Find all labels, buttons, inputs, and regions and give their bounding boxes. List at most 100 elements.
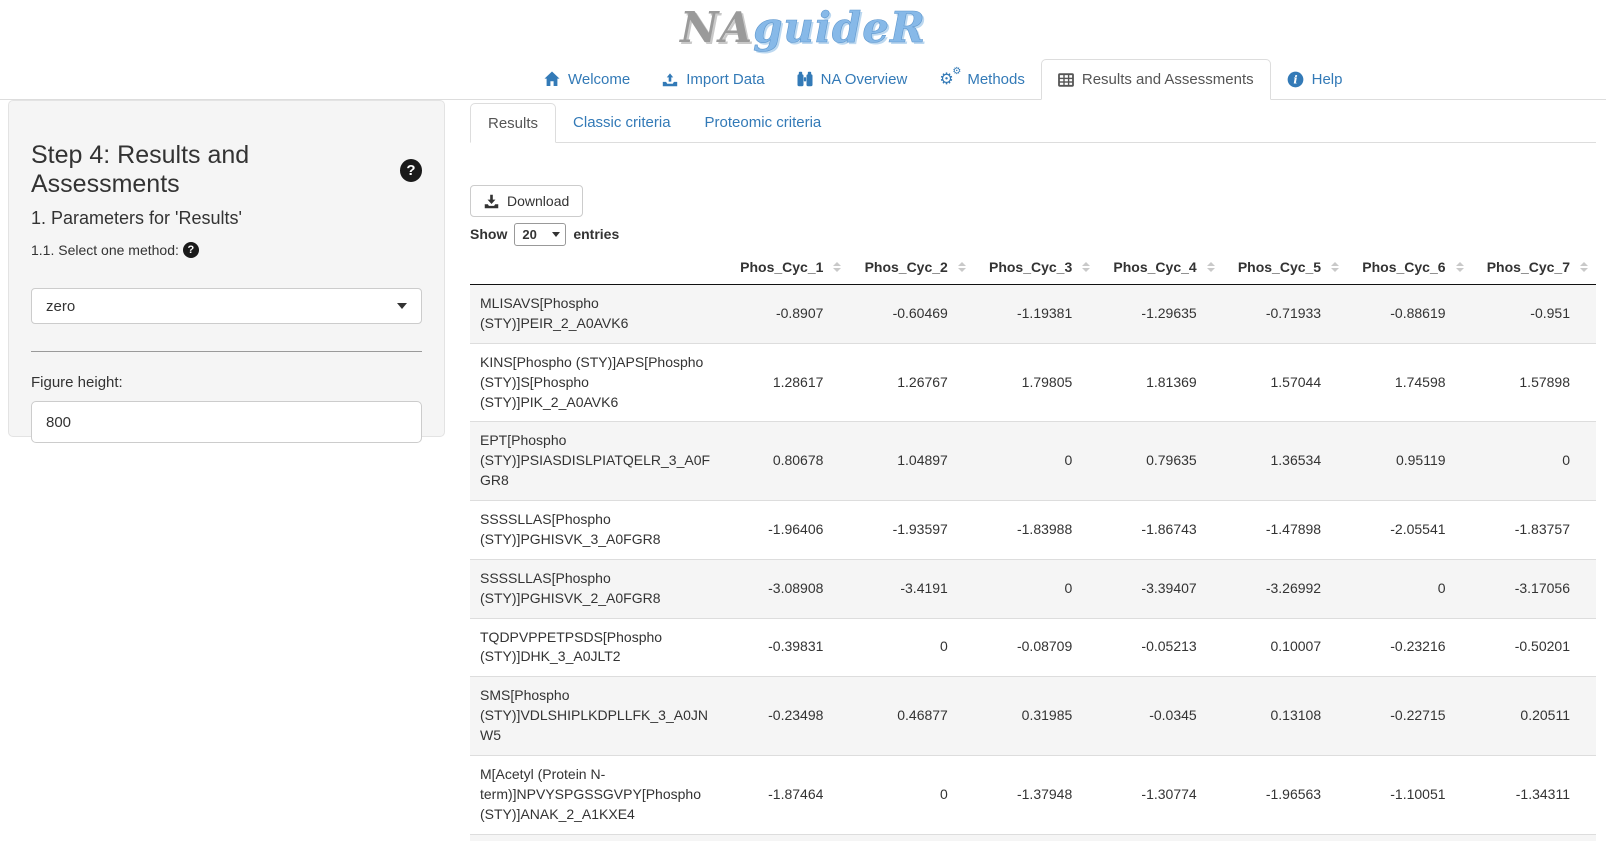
nav-item-label: Welcome (568, 71, 630, 88)
value-cell: -1.96563 (1223, 755, 1347, 834)
column-header[interactable]: Phos_Cyc_5 (1223, 250, 1347, 285)
value-cell: -0.88619 (1347, 285, 1471, 344)
value-cell: -0.23498 (725, 677, 849, 756)
value-cell: -1.29635 (1098, 285, 1222, 344)
table-header-row: Phos_Cyc_1 Phos_Cyc_2 Phos_Cyc_3 Phos_Cy… (470, 250, 1596, 285)
home-icon (544, 71, 560, 87)
value-cell (849, 834, 973, 841)
binoculars-icon (797, 71, 813, 87)
logo-part-na: NA (680, 3, 753, 52)
value-cell: 1.74598 (1347, 343, 1471, 422)
value-cell: 0 (849, 618, 973, 677)
figure-height-input[interactable] (31, 401, 422, 443)
table-row: M[Acetyl (Protein N-term)]NPVYSPGSSGVPY[… (470, 755, 1596, 834)
column-header[interactable]: Phos_Cyc_3 (974, 250, 1098, 285)
value-cell: -0.50201 (1472, 618, 1596, 677)
value-cell: -1.10051 (1347, 755, 1471, 834)
value-cell: 0.79635 (1098, 422, 1222, 501)
nav-item-results-and-assessments[interactable]: Results and Assessments (1041, 59, 1271, 100)
row-name-cell (470, 834, 725, 841)
tab-classic-criteria[interactable]: Classic criteria (556, 103, 688, 142)
download-label: Download (507, 193, 569, 209)
value-cell: 0.20511 (1472, 677, 1596, 756)
help-question-icon[interactable]: ? (400, 159, 422, 182)
table-body: MLISAVS[Phospho (STY)]PEIR_2_A0AVK6 -0.8… (470, 285, 1596, 841)
value-cell (1472, 834, 1596, 841)
sort-icon (958, 262, 966, 272)
value-cell: 1.04897 (849, 422, 973, 501)
download-button[interactable]: Download (470, 185, 583, 217)
row-name-cell: MLISAVS[Phospho (STY)]PEIR_2_A0AVK6 (470, 285, 725, 344)
sort-icon (1082, 262, 1090, 272)
row-name-cell: EPT[Phospho (STY)]PSIASDISLPIATQELR_3_A0… (470, 422, 725, 501)
svg-text:i: i (1293, 73, 1297, 86)
value-cell: -0.951 (1472, 285, 1596, 344)
column-header[interactable]: Phos_Cyc_4 (1098, 250, 1222, 285)
show-label: Show (470, 226, 507, 242)
table-icon (1058, 72, 1074, 88)
nav-item-help[interactable]: i Help (1271, 59, 1359, 99)
download-icon (484, 194, 499, 209)
table-length-control: Show 20 entries (470, 222, 619, 246)
step-title: Step 4: Results and Assessments ? (31, 141, 422, 199)
value-cell: -3.26992 (1223, 559, 1347, 618)
value-cell (974, 834, 1098, 841)
select-arrow-icon (552, 232, 560, 237)
value-cell: -0.0345 (1098, 677, 1222, 756)
table-row: MLISAVS[Phospho (STY)]PEIR_2_A0AVK6 -0.8… (470, 285, 1596, 344)
results-tabset: Results Classic criteria Proteomic crite… (470, 103, 1596, 143)
row-name-cell: M[Acetyl (Protein N-term)]NPVYSPGSSGVPY[… (470, 755, 725, 834)
nav-item-import-data[interactable]: Import Data (646, 59, 780, 99)
sidebar-divider (31, 351, 422, 352)
value-cell: 0.95119 (1347, 422, 1471, 501)
value-cell: -1.30774 (1098, 755, 1222, 834)
value-cell: -0.8907 (725, 285, 849, 344)
nav-item-label: Results and Assessments (1082, 71, 1254, 88)
value-cell: 0 (1347, 559, 1471, 618)
rowname-column-header[interactable] (470, 250, 725, 285)
column-header[interactable]: Phos_Cyc_6 (1347, 250, 1471, 285)
entries-label: entries (573, 226, 619, 242)
method-select[interactable]: zero (31, 288, 422, 324)
sort-icon (1580, 262, 1588, 272)
value-cell: -0.23216 (1347, 618, 1471, 677)
value-cell: -1.47898 (1223, 501, 1347, 560)
value-cell: -1.83988 (974, 501, 1098, 560)
value-cell: -2.05541 (1347, 501, 1471, 560)
value-cell: -0.39831 (725, 618, 849, 677)
value-cell: -0.22715 (1347, 677, 1471, 756)
sort-icon (1456, 262, 1464, 272)
tab-results[interactable]: Results (470, 103, 556, 143)
method-help-question-icon[interactable]: ? (183, 242, 199, 258)
nav-item-label: Import Data (686, 71, 764, 88)
tab-proteomic-criteria[interactable]: Proteomic criteria (688, 103, 839, 142)
value-cell: 1.57898 (1472, 343, 1596, 422)
column-header[interactable]: Phos_Cyc_1 (725, 250, 849, 285)
value-cell: 0.13108 (1223, 677, 1347, 756)
value-cell (725, 834, 849, 841)
nav-item-welcome[interactable]: Welcome (528, 59, 646, 99)
page-size-value: 20 (522, 227, 536, 242)
value-cell: 0.31985 (974, 677, 1098, 756)
value-cell: 0 (1472, 422, 1596, 501)
nav-item-label: Help (1312, 71, 1343, 88)
value-cell: -1.83757 (1472, 501, 1596, 560)
row-name-cell: SSSSLLAS[Phospho (STY)]PGHISVK_2_A0FGR8 (470, 559, 725, 618)
value-cell: 0 (974, 422, 1098, 501)
column-header[interactable]: Phos_Cyc_2 (849, 250, 973, 285)
value-cell: 1.36534 (1223, 422, 1347, 501)
value-cell: -0.71933 (1223, 285, 1347, 344)
app-logo: NAguideR (0, 2, 1606, 54)
value-cell: 1.81369 (1098, 343, 1222, 422)
upload-icon (662, 71, 678, 87)
value-cell: 0 (849, 755, 973, 834)
value-cell: -3.08908 (725, 559, 849, 618)
gears-icon: ⚙⚙ (939, 70, 959, 88)
nav-item-na-overview[interactable]: NA Overview (781, 59, 924, 99)
page-size-select[interactable]: 20 (514, 223, 566, 246)
sort-icon (1207, 262, 1215, 272)
column-header[interactable]: Phos_Cyc_7 (1472, 250, 1596, 285)
nav-item-methods[interactable]: ⚙⚙ Methods (923, 59, 1041, 99)
value-cell: -1.93597 (849, 501, 973, 560)
table-row: TQDPVPPETPSDS[Phospho (STY)]DHK_3_A0JLT2… (470, 618, 1596, 677)
